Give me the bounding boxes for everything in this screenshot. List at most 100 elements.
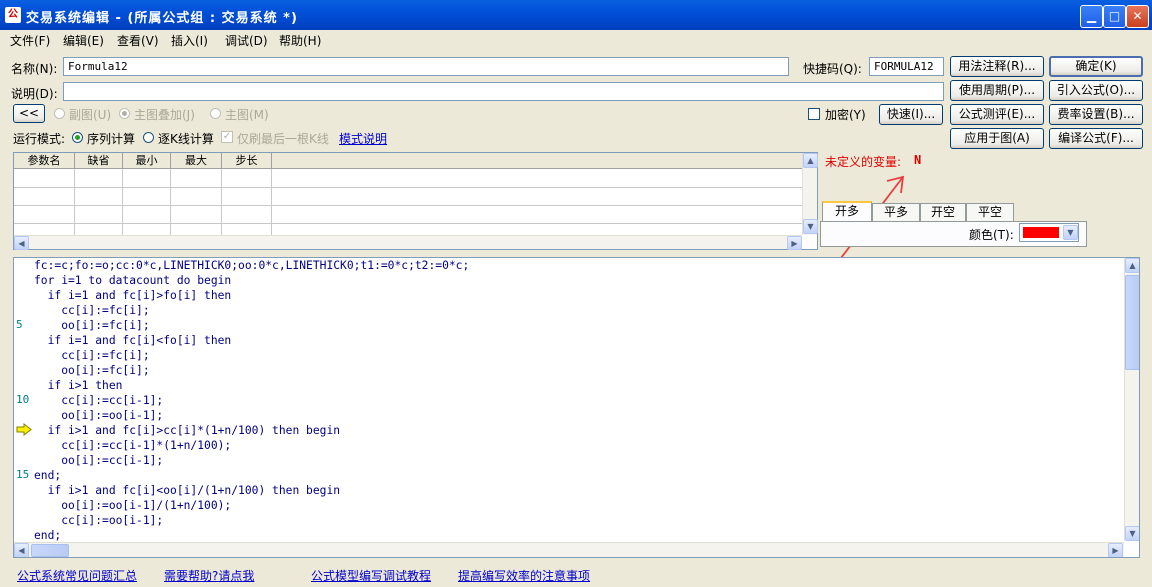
param-table-hscroll[interactable]: ◀ ▶: [14, 235, 802, 250]
param-header-filler: [272, 153, 802, 169]
code-line[interactable]: oo[i]:=fc[i];: [34, 363, 149, 378]
footer-link-tutorial[interactable]: 公式模型编写调试教程: [311, 567, 431, 584]
menu-bar: 文件(F) 编辑(E) 查看(V) 插入(I) 调试(D) 帮助(H): [0, 30, 1152, 50]
grid-divider: [14, 187, 802, 188]
tab-open-long[interactable]: 开多: [822, 201, 872, 221]
code-line[interactable]: oo[i]:=oo[i-1];: [34, 408, 163, 423]
current-line-arrow-icon: [16, 423, 32, 436]
code-line[interactable]: for i=1 to datacount do begin: [34, 273, 231, 288]
seq-calc-label: 序列计算: [87, 132, 136, 146]
mode-desc-link[interactable]: 模式说明: [339, 130, 387, 147]
apply-to-chart-button[interactable]: 应用于图(A): [950, 128, 1044, 149]
grid-divider: [122, 169, 123, 235]
code-line[interactable]: if i>1 then: [34, 378, 123, 393]
footer-link-faq[interactable]: 公式系统常见问题汇总: [17, 567, 137, 584]
chevron-down-icon[interactable]: ▼: [1063, 225, 1078, 240]
fee-settings-button[interactable]: 费率设置(B)...: [1049, 104, 1143, 125]
code-line[interactable]: oo[i]:=oo[i-1]/(1+n/100);: [34, 498, 231, 513]
grid-divider: [14, 223, 802, 224]
line-gutter: 5 10 15: [14, 258, 33, 557]
color-select[interactable]: ▼: [1019, 223, 1079, 242]
code-line[interactable]: oo[i]:=cc[i-1];: [34, 453, 163, 468]
minimize-button[interactable]: ▁: [1080, 5, 1103, 28]
grid-divider: [14, 205, 802, 206]
code-line[interactable]: cc[i]:=cc[i-1];: [34, 393, 163, 408]
undefined-var-value: N: [914, 153, 922, 167]
maximize-button[interactable]: □: [1103, 5, 1126, 28]
import-formula-button[interactable]: 引入公式(O)...: [1049, 80, 1143, 101]
kline-calc-radio[interactable]: [143, 132, 154, 143]
desc-label: 说明(D):: [11, 87, 58, 101]
param-header-name: 参数名: [14, 153, 75, 169]
desc-input[interactable]: [63, 82, 944, 101]
usage-notes-button[interactable]: 用法注释(R)...: [950, 56, 1044, 77]
name-label: 名称(N):: [11, 62, 58, 76]
code-editor[interactable]: 5 10 15 fc:=c;fo:=o;cc:0*c,LINETHICK0;oo…: [13, 257, 1140, 558]
param-header-max: 最大: [171, 153, 222, 169]
code-line[interactable]: if i>1 and fc[i]<oo[i]/(1+n/100) then be…: [34, 483, 340, 498]
last-kline-checkbox[interactable]: ✓: [221, 131, 233, 143]
seq-calc-radio[interactable]: [72, 132, 83, 143]
scroll-up-icon[interactable]: ▲: [1125, 258, 1139, 273]
line-number: 5: [16, 318, 23, 331]
param-table[interactable]: 参数名 缺省 最小 最大 步长 ▲ ▼ ◀ ▶: [13, 152, 818, 250]
code-line[interactable]: if i>1 and fc[i]>cc[i]*(1+n/100) then be…: [34, 423, 340, 438]
param-header-min: 最小: [123, 153, 171, 169]
grid-divider: [74, 169, 75, 235]
main-chart-radio[interactable]: [210, 108, 221, 119]
sub-chart-label: 副图(U): [69, 108, 112, 122]
name-input[interactable]: Formula12: [63, 57, 789, 76]
scroll-thumb[interactable]: [31, 544, 69, 557]
kline-calc-label: 逐K线计算: [158, 132, 214, 146]
scroll-left-icon[interactable]: ◀: [14, 236, 29, 250]
menu-file[interactable]: 文件(F): [10, 32, 50, 49]
tab-open-short[interactable]: 开空: [920, 203, 966, 221]
code-line[interactable]: end;: [34, 468, 61, 483]
code-line[interactable]: if i=1 and fc[i]<fo[i] then: [34, 333, 232, 348]
code-line[interactable]: cc[i]:=oo[i-1];: [34, 513, 163, 528]
encrypt-checkbox[interactable]: [808, 108, 820, 120]
code-vscroll[interactable]: ▲ ▼: [1124, 258, 1139, 541]
window-title: 交易系统编辑 - (所属公式组 : 交易系统 *): [26, 11, 298, 26]
color-label: 颜色(T):: [969, 228, 1014, 242]
main-overlay-radio[interactable]: [119, 108, 130, 119]
line-number: 10: [16, 393, 30, 406]
formula-test-button[interactable]: 公式测评(E)...: [950, 104, 1044, 125]
compile-formula-button[interactable]: 编译公式(F)...: [1049, 128, 1143, 149]
scroll-right-icon[interactable]: ▶: [1108, 543, 1123, 557]
code-line[interactable]: fc:=c;fo:=o;cc:0*c,LINETHICK0;oo:0*c,LIN…: [34, 258, 469, 273]
code-line[interactable]: cc[i]:=fc[i];: [34, 303, 149, 318]
title-bar[interactable]: 公 交易系统编辑 - (所属公式组 : 交易系统 *) ▁ □ ✕: [0, 0, 1152, 30]
grid-divider: [221, 169, 222, 235]
quick-button[interactable]: 快速(I)...: [879, 104, 943, 125]
hotkey-input[interactable]: FORMULA12: [869, 57, 944, 76]
tab-close-short[interactable]: 平空: [966, 203, 1014, 221]
ok-button[interactable]: 确定(K): [1049, 56, 1143, 77]
code-line[interactable]: end;: [34, 528, 61, 543]
menu-help[interactable]: 帮助(H): [279, 32, 321, 49]
footer-link-help[interactable]: 需要帮助?请点我: [164, 567, 254, 584]
tab-close-long[interactable]: 平多: [872, 203, 920, 221]
close-button[interactable]: ✕: [1126, 5, 1149, 28]
menu-view[interactable]: 查看(V): [117, 32, 159, 49]
scroll-left-icon[interactable]: ◀: [14, 543, 29, 557]
scroll-down-icon[interactable]: ▼: [1125, 526, 1139, 541]
menu-debug[interactable]: 调试(D): [225, 32, 268, 49]
sub-chart-radio[interactable]: [54, 108, 65, 119]
period-button[interactable]: 使用周期(P)...: [950, 80, 1044, 101]
main-chart-label: 主图(M): [225, 108, 269, 122]
encrypt-label: 加密(Y): [825, 108, 866, 122]
menu-insert[interactable]: 插入(I): [171, 32, 208, 49]
code-line[interactable]: if i=1 and fc[i]>fo[i] then: [34, 288, 232, 303]
code-hscroll[interactable]: ◀ ▶: [14, 542, 1124, 557]
code-line[interactable]: cc[i]:=cc[i-1]*(1+n/100);: [34, 438, 231, 453]
color-swatch: [1023, 227, 1059, 238]
main-overlay-label: 主图叠加(J): [134, 108, 195, 122]
menu-edit[interactable]: 编辑(E): [63, 32, 104, 49]
code-line[interactable]: cc[i]:=fc[i];: [34, 348, 149, 363]
scroll-thumb[interactable]: [1125, 275, 1139, 370]
code-line[interactable]: oo[i]:=fc[i];: [34, 318, 149, 333]
footer-link-efficiency[interactable]: 提高编写效率的注意事项: [458, 567, 590, 584]
collapse-button[interactable]: <<: [13, 104, 45, 123]
formula-editor-window: 公 交易系统编辑 - (所属公式组 : 交易系统 *) ▁ □ ✕ 文件(F) …: [0, 0, 1152, 587]
